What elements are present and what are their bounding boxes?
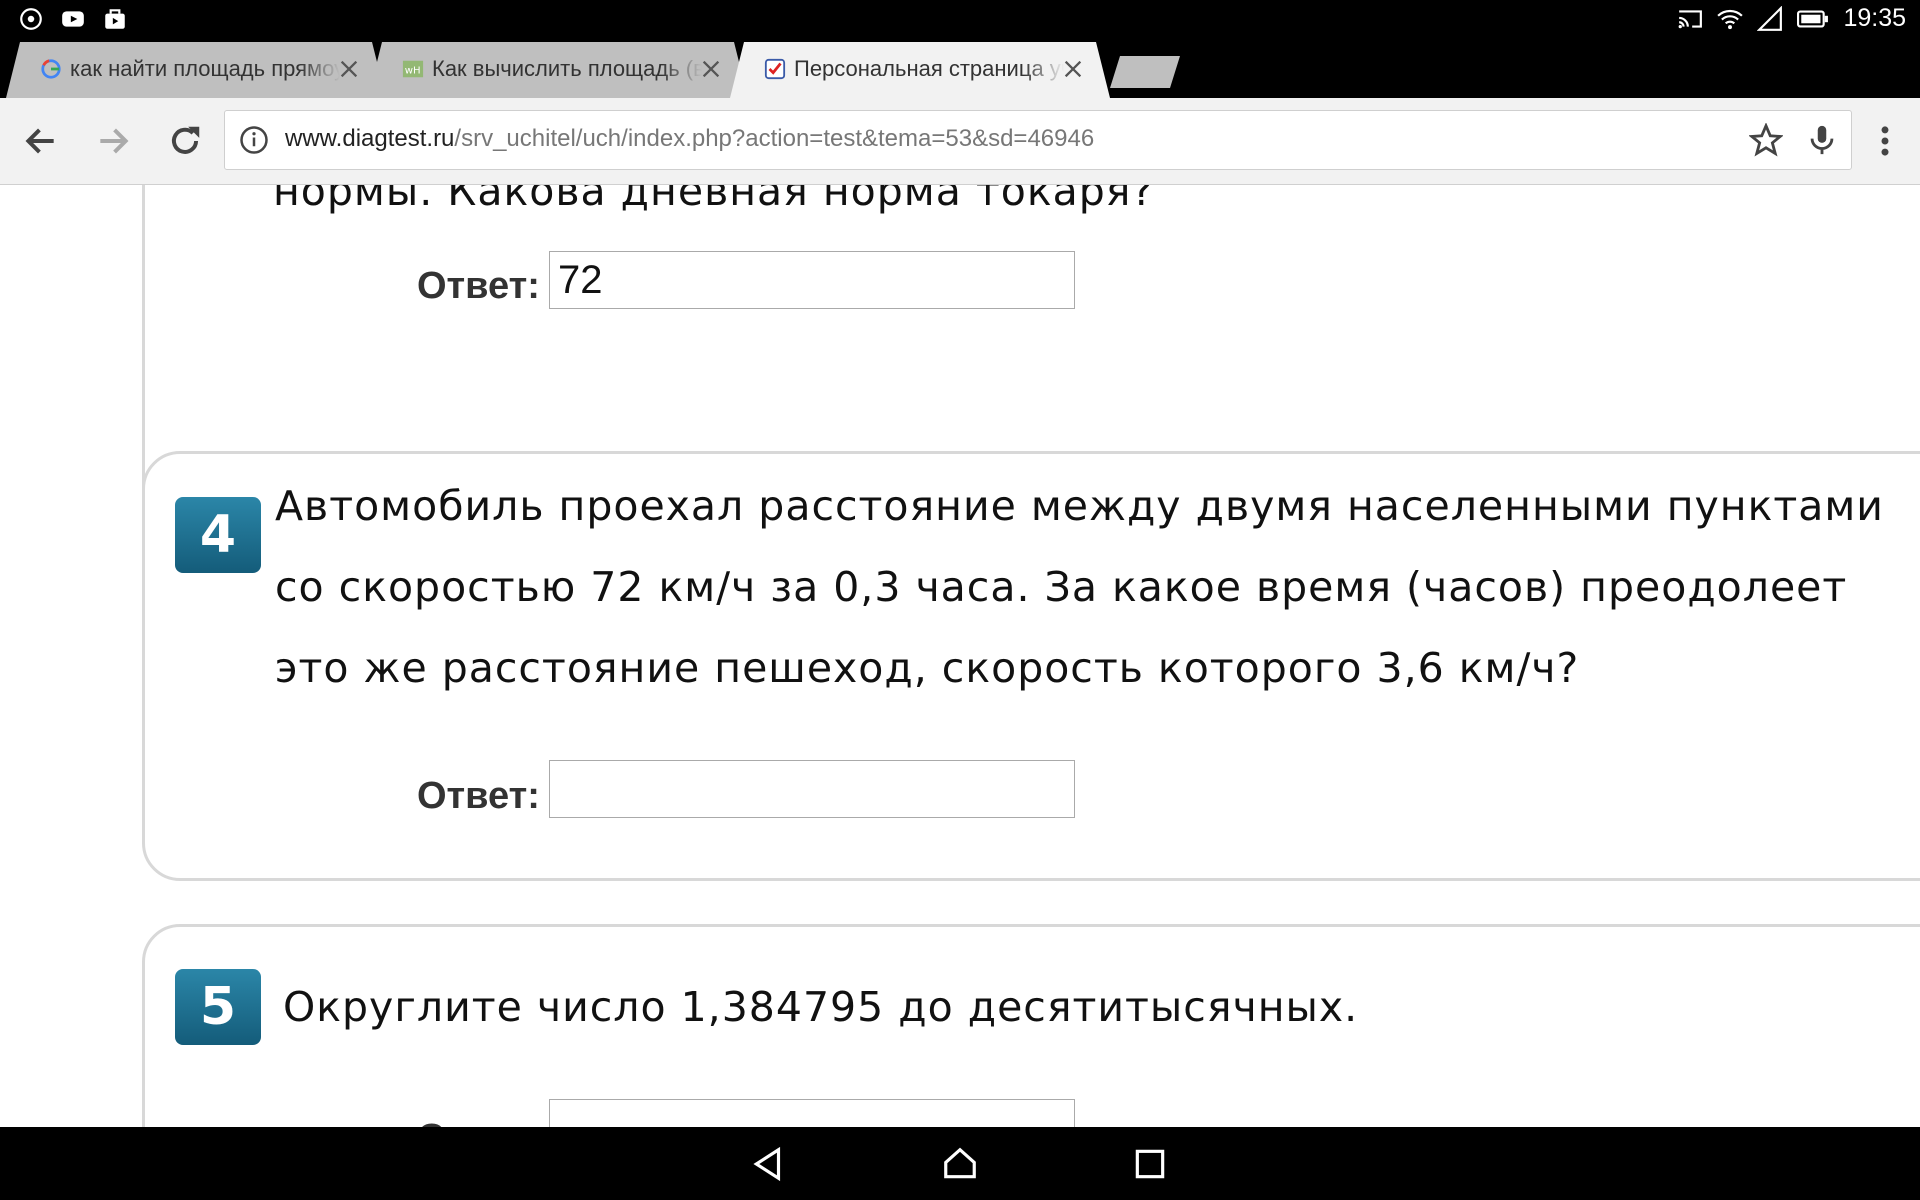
url-path: /srv_uchitel/uch/index.php?action=test&t… (454, 125, 1095, 152)
youtube-icon (62, 11, 84, 27)
navigation-bar (0, 1127, 1920, 1200)
omnibox[interactable]: www.diagtest.ru/srv_uchitel/uch/index.ph… (224, 110, 1852, 170)
wifi-icon (1717, 9, 1744, 29)
question-card-5: 5 Округлите число 1,384795 до десятитыся… (142, 924, 1920, 1127)
tab-title: Персональная страница участника (794, 56, 1061, 81)
battery-icon (1797, 9, 1829, 28)
question-card-4: 4 Автомобиль проехал расстояние между дв… (142, 451, 1920, 881)
tab-diagtest[interactable]: Персональная страница участника (730, 42, 1110, 98)
tab-strip: как найти площадь прямоугольника wH Как … (0, 38, 1920, 98)
google-favicon (40, 58, 62, 80)
tab-wikihow[interactable]: wH Как вычислить площадь (в квадратных (368, 42, 748, 98)
cast-icon (1679, 9, 1703, 28)
url-host: www.diagtest.ru (285, 125, 455, 152)
close-icon[interactable] (700, 58, 722, 80)
answer-input-3[interactable] (549, 251, 1075, 309)
bag-icon (105, 9, 125, 29)
url-text[interactable]: www.diagtest.ru/srv_uchitel/uch/index.ph… (285, 125, 1094, 153)
status-bar: 19:35 (0, 0, 1920, 38)
svg-text:wH: wH (405, 66, 421, 77)
tab-title: Как вычислить площадь (в квадратных (432, 56, 702, 81)
close-icon[interactable] (338, 58, 360, 80)
question-number-badge: 5 (175, 969, 261, 1045)
nav-home-icon[interactable] (941, 1145, 979, 1183)
menu-icon[interactable] (1866, 122, 1904, 160)
microphone-icon[interactable] (1805, 123, 1839, 157)
question-text-line: это же расстояние пешеход, скорость кото… (275, 644, 1580, 692)
status-time: 19:35 (1843, 4, 1906, 32)
question-text-line: со скоростью 72 км/ч за 0,3 часа. За как… (275, 563, 1848, 611)
new-tab-button[interactable] (1110, 56, 1180, 88)
answer-label: Ответ: (417, 265, 540, 307)
question-text-line: Автомобиль проехал расстояние между двум… (275, 482, 1884, 530)
forward-icon[interactable] (94, 122, 132, 160)
answer-input-4[interactable] (549, 760, 1075, 818)
page-content: нормы. Какова дневная норма токаря? Отве… (0, 185, 1920, 1127)
wikihow-favicon: wH (402, 58, 424, 80)
nav-recents-icon[interactable] (1131, 1145, 1169, 1183)
nav-back-icon[interactable] (750, 1145, 788, 1183)
tab-google-search[interactable]: как найти площадь прямоугольника (6, 42, 386, 98)
browser-toolbar: www.diagtest.ru/srv_uchitel/uch/index.ph… (0, 98, 1920, 185)
question-number-badge: 4 (175, 497, 261, 573)
answer-input-5[interactable] (549, 1099, 1075, 1127)
question-text-line: нормы. Какова дневная норма токаря? (273, 185, 1155, 215)
diagtest-favicon (764, 58, 786, 80)
answer-label: Ответ: (417, 775, 540, 817)
info-icon[interactable] (239, 125, 269, 155)
radio-icon (20, 8, 42, 30)
question-text-line: Округлите число 1,384795 до десятитысячн… (283, 983, 1359, 1031)
signal-icon (1757, 5, 1783, 31)
reload-icon[interactable] (166, 122, 204, 160)
answer-label: Ответ: (417, 1117, 540, 1127)
close-icon[interactable] (1062, 58, 1084, 80)
bookmark-star-icon[interactable] (1749, 123, 1783, 157)
tab-title: как найти площадь прямоугольника (70, 56, 340, 81)
back-icon[interactable] (22, 122, 60, 160)
